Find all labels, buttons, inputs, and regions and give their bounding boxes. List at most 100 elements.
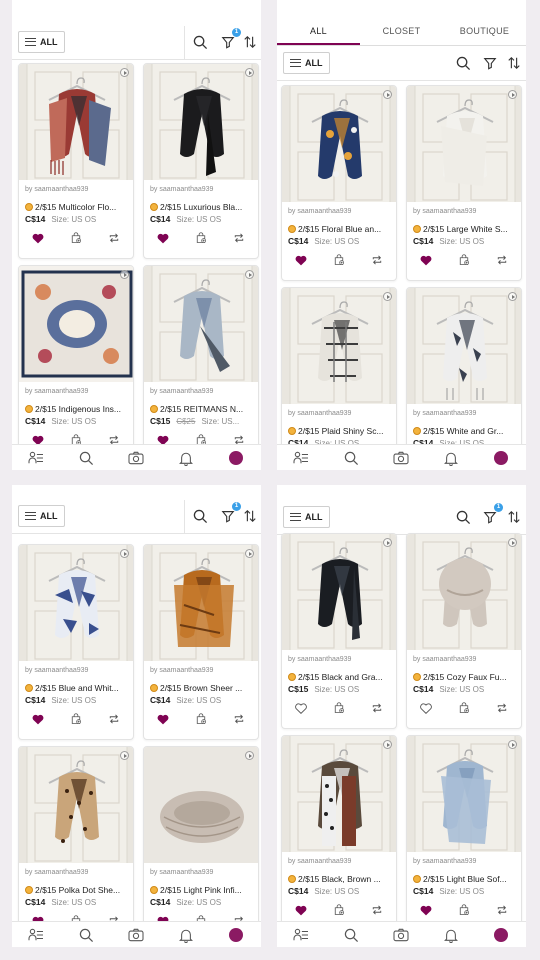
news-button[interactable] [441, 448, 461, 468]
listing-photo[interactable] [282, 736, 396, 852]
sell-button[interactable] [391, 448, 411, 468]
video-icon[interactable] [383, 538, 392, 547]
like-button[interactable] [31, 233, 45, 247]
feed-button[interactable] [26, 925, 46, 945]
feed-button[interactable] [291, 925, 311, 945]
seller-name[interactable]: by saamaanthaa939 [144, 661, 258, 677]
shop-button[interactable] [341, 925, 361, 945]
search-button[interactable] [190, 32, 210, 52]
sell-button[interactable] [126, 448, 146, 468]
seller-name[interactable]: by saamaanthaa939 [407, 202, 521, 218]
video-icon[interactable] [383, 90, 392, 99]
listing-title-row[interactable]: 2/$15 Cozy Faux Fu... [407, 666, 519, 683]
sort-button[interactable] [504, 53, 524, 73]
news-button[interactable] [176, 925, 196, 945]
video-icon[interactable] [508, 292, 517, 301]
seller-name[interactable]: by saamaanthaa939 [282, 202, 396, 218]
seller-name[interactable]: by saamaanthaa939 [407, 650, 521, 666]
seller-name[interactable]: by saamaanthaa939 [407, 852, 521, 868]
news-button[interactable] [176, 448, 196, 468]
video-icon[interactable] [245, 270, 254, 279]
tab-closet[interactable]: CLOSET [360, 22, 443, 45]
video-icon[interactable] [120, 751, 129, 760]
add-to-bundle-button[interactable] [332, 254, 346, 269]
seller-name[interactable]: by saamaanthaa939 [144, 863, 258, 879]
feed-button[interactable] [291, 448, 311, 468]
video-icon[interactable] [120, 68, 129, 77]
sell-button[interactable] [391, 925, 411, 945]
like-button[interactable] [419, 255, 433, 269]
like-button[interactable] [294, 255, 308, 269]
listing-card[interactable]: by saamaanthaa939 2/$15 Indigenous Ins...… [18, 265, 134, 461]
listing-card[interactable]: by saamaanthaa939 2/$15 Black, Brown ... C… [281, 735, 397, 931]
seller-name[interactable]: by saamaanthaa939 [282, 404, 396, 420]
listing-title-row[interactable]: 2/$15 Large White S... [407, 218, 519, 235]
add-to-bundle-button[interactable] [69, 713, 83, 728]
all-filter-button[interactable]: ALL [18, 505, 65, 527]
filter-button[interactable]: 1 [218, 502, 241, 526]
like-button[interactable] [419, 905, 433, 919]
video-icon[interactable] [245, 751, 254, 760]
listing-photo[interactable] [282, 288, 396, 404]
sort-button[interactable] [240, 32, 260, 52]
video-icon[interactable] [383, 740, 392, 749]
listing-card[interactable]: by saamaanthaa939 2/$15 REITMANS N... C$15… [143, 265, 259, 461]
listing-card[interactable]: by saamaanthaa939 2/$15 Light Pink Infi..… [143, 746, 259, 942]
listing-photo[interactable] [144, 747, 258, 863]
share-button[interactable] [107, 714, 121, 728]
filter-button[interactable]: 1 [218, 28, 241, 52]
search-button[interactable] [190, 506, 210, 526]
listing-photo[interactable] [144, 64, 258, 180]
like-button[interactable] [31, 714, 45, 728]
listing-photo[interactable] [19, 545, 133, 661]
add-to-bundle-button[interactable] [194, 232, 208, 247]
share-button[interactable] [370, 905, 384, 919]
video-icon[interactable] [120, 270, 129, 279]
listing-photo[interactable] [19, 747, 133, 863]
listing-title-row[interactable]: 2/$15 Indigenous Ins... [19, 398, 131, 415]
listing-title-row[interactable]: 2/$15 Floral Blue an... [282, 218, 394, 235]
listing-card[interactable]: by saamaanthaa939 2/$15 Plaid Shiny Sc...… [281, 287, 397, 470]
all-filter-button[interactable]: ALL [283, 506, 330, 528]
listing-card[interactable]: by saamaanthaa939 2/$15 Large White S... C… [406, 85, 522, 281]
listing-title-row[interactable]: 2/$15 REITMANS N... [144, 398, 256, 415]
profile-button[interactable] [226, 448, 246, 468]
add-to-bundle-button[interactable] [332, 702, 346, 717]
filter-button[interactable]: 1 [480, 503, 503, 527]
listing-photo[interactable] [19, 266, 133, 382]
listing-title-row[interactable]: 2/$15 Plaid Shiny Sc... [282, 420, 394, 437]
listing-card[interactable]: by saamaanthaa939 2/$15 Luxurious Bla... C… [143, 63, 259, 259]
listing-card[interactable]: by saamaanthaa939 2/$15 Multicolor Flo...… [18, 63, 134, 259]
share-button[interactable] [107, 233, 121, 247]
listing-title-row[interactable]: 2/$15 Black and Gra... [282, 666, 394, 683]
listing-title-row[interactable]: 2/$15 Light Pink Infi... [144, 879, 256, 896]
tab-all[interactable]: ALL [277, 22, 360, 45]
like-button[interactable] [156, 233, 170, 247]
listing-photo[interactable] [407, 86, 521, 202]
seller-name[interactable]: by saamaanthaa939 [144, 180, 258, 196]
video-icon[interactable] [383, 292, 392, 301]
listing-title-row[interactable]: 2/$15 Blue and Whit... [19, 677, 131, 694]
share-button[interactable] [495, 255, 509, 269]
like-button[interactable] [419, 703, 433, 717]
add-to-bundle-button[interactable] [457, 702, 471, 717]
shop-button[interactable] [76, 448, 96, 468]
listing-card[interactable]: by saamaanthaa939 2/$15 Black and Gra... C… [281, 533, 397, 729]
seller-name[interactable]: by saamaanthaa939 [282, 852, 396, 868]
add-to-bundle-button[interactable] [457, 904, 471, 919]
search-button[interactable] [453, 53, 473, 73]
shop-button[interactable] [341, 448, 361, 468]
share-button[interactable] [370, 255, 384, 269]
listing-title-row[interactable]: 2/$15 Multicolor Flo... [19, 196, 131, 213]
share-button[interactable] [232, 233, 246, 247]
video-icon[interactable] [508, 538, 517, 547]
listing-title-row[interactable]: 2/$15 Brown Sheer ... [144, 677, 256, 694]
tab-boutique[interactable]: BOUTIQUE [443, 22, 526, 45]
video-icon[interactable] [508, 740, 517, 749]
profile-button[interactable] [491, 925, 511, 945]
all-filter-button[interactable]: ALL [18, 31, 65, 53]
share-button[interactable] [232, 714, 246, 728]
listing-card[interactable]: by saamaanthaa939 2/$15 White and Gr... C$… [406, 287, 522, 470]
listing-title-row[interactable]: 2/$15 Black, Brown ... [282, 868, 394, 885]
listing-card[interactable]: by saamaanthaa939 2/$15 Brown Sheer ... C$… [143, 544, 259, 740]
